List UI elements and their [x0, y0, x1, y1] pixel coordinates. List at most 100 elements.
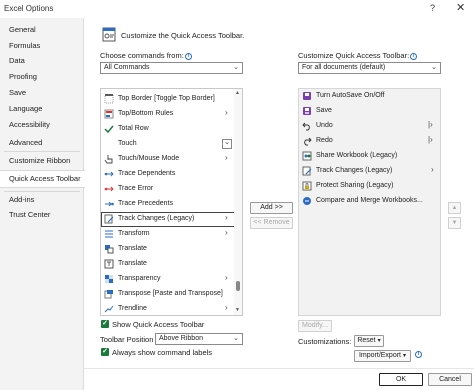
page-title: Customize the Quick Access Toolbar.	[121, 31, 245, 40]
always-show-labels-label: Always show command labels	[112, 348, 213, 357]
command-item-translate-2[interactable]: Translate	[101, 257, 242, 272]
chevron-down-icon: ⌄	[233, 64, 239, 71]
info-icon: i	[415, 351, 422, 358]
nav-item-data[interactable]: Data	[0, 53, 84, 68]
redo-icon	[304, 137, 312, 146]
always-show-labels-checkbox[interactable]: ✓	[101, 348, 109, 356]
command-item-total-row[interactable]: Total Row	[101, 122, 242, 137]
show-qat-checkbox[interactable]: ✓	[101, 320, 109, 328]
reset-label: Reset	[357, 337, 376, 344]
split-chevron-icon: |›	[428, 135, 433, 144]
split-chevron-icon: |›	[428, 120, 433, 129]
customize-scope-value: For all documents (default)	[302, 64, 386, 71]
command-item-top-bottom-rules[interactable]: Top/Bottom Rules ›	[101, 107, 242, 122]
show-qat-label: Show Quick Access Toolbar	[112, 320, 205, 329]
chevron-right-icon: ›	[225, 153, 228, 162]
nav-item-formulas[interactable]: Formulas	[0, 38, 84, 53]
toolbar-items-list[interactable]: Turn AutoSave On/Off Save Undo |› Redo |…	[298, 88, 441, 316]
toolbar-item-autosave[interactable]: Turn AutoSave On/Off	[299, 89, 440, 104]
nav-item-general[interactable]: General	[0, 22, 84, 37]
command-item-transpose[interactable]: Transpose [Paste and Transpose]	[101, 287, 242, 302]
toolbar-item-label: Share Workbook (Legacy)	[316, 152, 398, 159]
choose-commands-label: Choose commands from:	[100, 51, 184, 60]
command-item-touch[interactable]: Touch ⌄	[101, 137, 242, 152]
help-button[interactable]: ?	[430, 3, 435, 13]
nav-item-advanced[interactable]: Advanced	[0, 135, 84, 150]
nav-item-proofing[interactable]: Proofing	[0, 69, 84, 84]
command-label: Translate	[118, 245, 147, 252]
toolbar-item-save[interactable]: Save	[299, 104, 440, 119]
command-label: Top Border [Toggle Top Border]	[118, 95, 215, 102]
hand-pointer-icon	[104, 155, 113, 164]
window-title: Excel Options	[4, 4, 54, 13]
transform-icon	[105, 230, 113, 238]
toolbar-item-undo[interactable]: Undo |›	[299, 119, 440, 134]
chevron-down-icon: ⌄	[431, 64, 437, 71]
reset-button[interactable]: Reset ▾	[354, 335, 384, 347]
close-button[interactable]: ✕	[456, 1, 465, 14]
chevron-right-icon: ›	[225, 108, 228, 117]
chevron-right-icon: ›	[431, 165, 434, 174]
command-item-trace-precedents[interactable]: Trace Precedents	[101, 197, 242, 212]
add-button[interactable]: Add >>	[250, 202, 293, 214]
command-label: Transpose [Paste and Transpose]	[118, 290, 223, 297]
command-item-trace-dependents[interactable]: Trace Dependents	[101, 167, 242, 182]
caret-down-icon: ▼	[451, 220, 458, 226]
command-item-transparency[interactable]: Transparency ›	[101, 272, 242, 287]
toolbar-item-label: Track Changes (Legacy)	[316, 167, 393, 174]
trace-dependents-icon	[104, 171, 114, 177]
choose-commands-dropdown[interactable]: All Commands ⌄	[100, 62, 243, 74]
command-item-trace-error[interactable]: Trace Error	[101, 182, 242, 197]
nav-item-add-ins[interactable]: Add-ins	[0, 192, 84, 207]
translate-icon	[104, 259, 114, 269]
customize-qat-label: Customize Quick Access Toolbar:	[298, 51, 410, 60]
nav-item-quick-access-toolbar[interactable]: Quick Access Toolbar	[0, 170, 85, 188]
commands-list[interactable]: Top Border [Toggle Top Border] Top/Botto…	[100, 88, 243, 316]
scroll-up-icon[interactable]: ▲	[235, 90, 240, 96]
scroll-down-icon[interactable]: ▼	[235, 307, 240, 313]
move-down-button[interactable]: ▼	[448, 217, 461, 229]
command-item-transform[interactable]: Transform ›	[101, 227, 242, 242]
toolbar-item-protect-sharing[interactable]: Protect Sharing (Legacy)	[299, 179, 440, 194]
nav-item-language[interactable]: Language	[0, 101, 84, 116]
import-export-button[interactable]: Import/Export ▾	[354, 350, 411, 362]
cancel-button[interactable]: Cancel	[428, 373, 472, 386]
undo-icon	[302, 122, 310, 131]
footer-divider	[84, 368, 474, 369]
command-label: Trendline	[118, 305, 147, 312]
command-label: Translate	[118, 260, 147, 267]
scrollbar-thumb[interactable]	[236, 281, 240, 291]
ok-button[interactable]: OK	[379, 373, 423, 386]
command-item-track-changes-selected[interactable]: Track Changes (Legacy) ›	[101, 212, 242, 227]
toolbar-item-share-workbook[interactable]: Share Workbook (Legacy)	[299, 149, 440, 164]
nav-item-save[interactable]: Save	[0, 85, 84, 100]
command-item-top-border[interactable]: Top Border [Toggle Top Border]	[101, 92, 242, 107]
move-up-button[interactable]: ▲	[448, 202, 461, 214]
toolbar-item-track-changes[interactable]: Track Changes (Legacy) ›	[299, 164, 440, 179]
command-item-touch-mouse-mode[interactable]: Touch/Mouse Mode ›	[101, 152, 242, 167]
nav-item-accessibility[interactable]: Accessibility	[0, 117, 84, 132]
toolbar-item-label: Turn AutoSave On/Off	[316, 92, 385, 99]
command-label: Transparency	[118, 275, 161, 282]
chevron-right-icon: ›	[225, 273, 228, 282]
toolbar-position-label: Toolbar Position	[100, 335, 154, 344]
nav-divider	[4, 151, 80, 152]
save-icon	[303, 107, 311, 115]
toolbar-position-dropdown[interactable]: Above Ribbon ⌄	[155, 333, 243, 345]
checkmark-icon	[104, 125, 114, 134]
track-changes-icon	[104, 214, 114, 224]
command-item-trendline[interactable]: Trendline ›	[101, 302, 242, 315]
modify-button[interactable]: Modify...	[298, 320, 332, 332]
chevron-down-icon: ▾	[377, 338, 381, 344]
customize-scope-dropdown[interactable]: For all documents (default) ⌄	[298, 62, 441, 74]
command-item-translate[interactable]: Translate	[101, 242, 242, 257]
toolbar-item-compare-merge[interactable]: Compare and Merge Workbooks...	[299, 194, 440, 209]
remove-button[interactable]: << Remove	[250, 217, 293, 229]
commands-scrollbar[interactable]: ▲ ▼	[234, 89, 242, 315]
info-icon: i	[410, 53, 418, 60]
track-changes-icon	[302, 166, 312, 176]
nav-item-trust-center[interactable]: Trust Center	[0, 207, 84, 222]
toolbar-item-redo[interactable]: Redo |›	[299, 134, 440, 149]
choose-commands-row: Choose commands from: i	[100, 51, 192, 60]
nav-item-customize-ribbon[interactable]: Customize Ribbon	[0, 153, 84, 168]
